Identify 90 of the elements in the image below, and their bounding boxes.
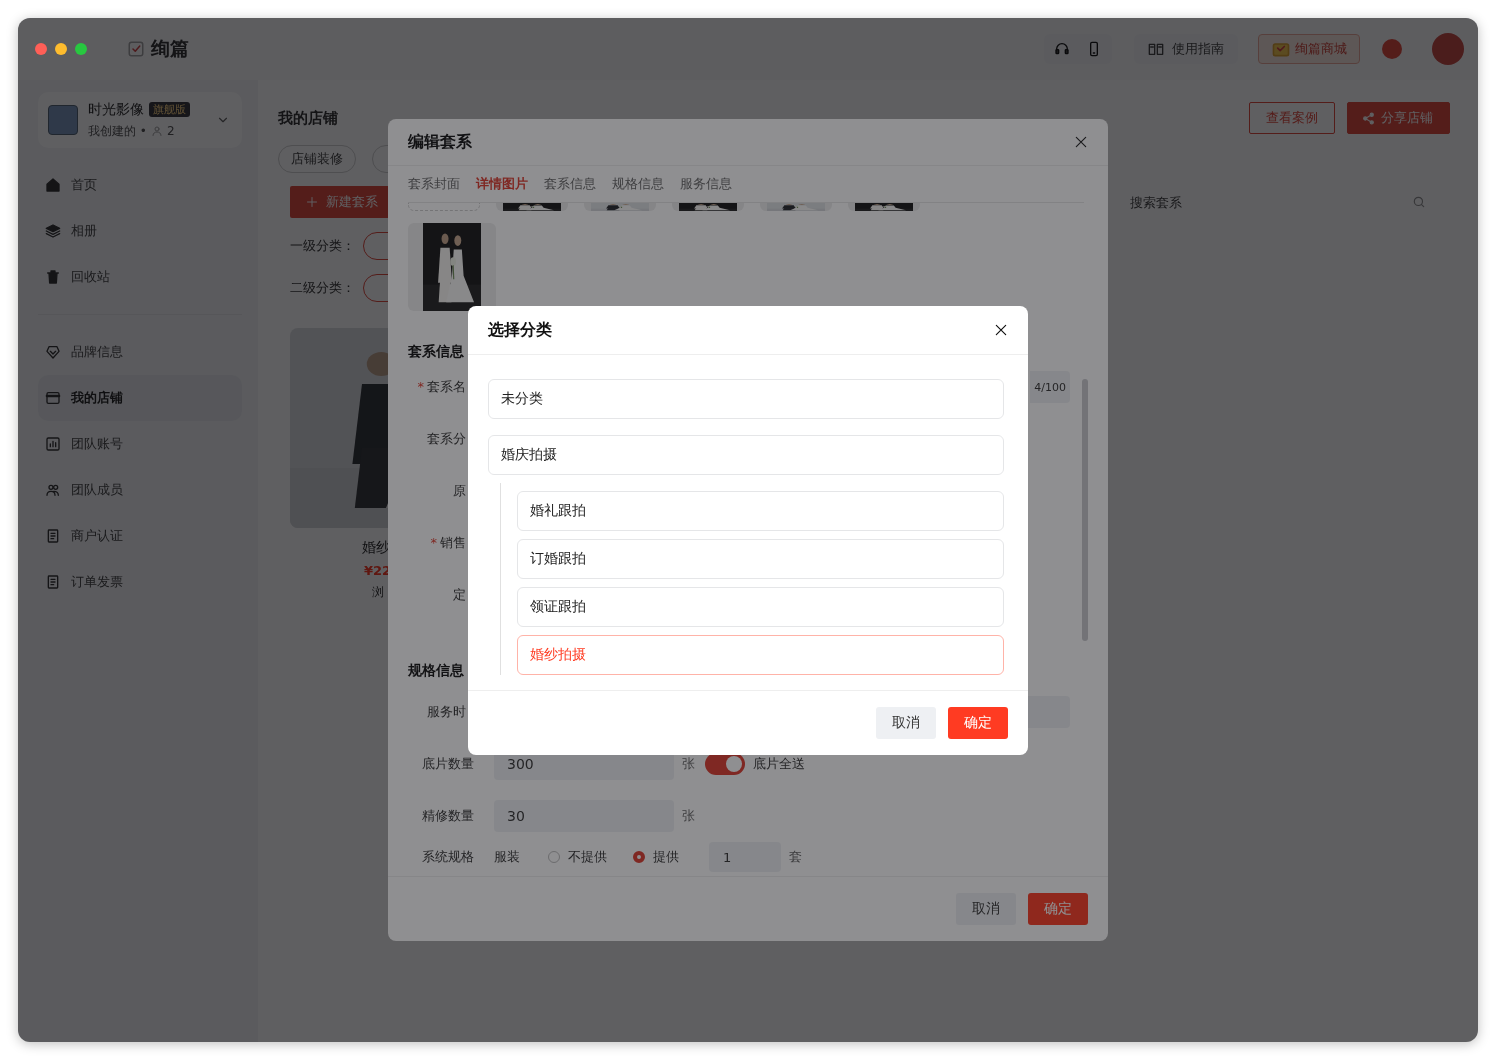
field-label: 套系分 <box>427 431 466 446</box>
avatar[interactable] <box>1432 33 1464 65</box>
toggle-label: 底片全送 <box>753 755 805 773</box>
workspace-card[interactable]: 时光影像 旗舰版 我创建的 • 2 <box>38 92 242 148</box>
input-field[interactable] <box>1028 696 1070 728</box>
trash-icon <box>45 269 61 285</box>
unit-label: 张 <box>682 755 695 773</box>
diamond-icon <box>45 344 61 360</box>
window-control[interactable] <box>35 43 47 55</box>
field-label: 系统规格 <box>421 848 475 866</box>
mall-button[interactable]: 绚篇商城 <box>1258 34 1360 64</box>
package-views: 浏 <box>372 584 384 601</box>
person-icon <box>150 125 163 137</box>
field-label: 套系名 <box>427 379 466 394</box>
nav-item[interactable]: 首页 <box>38 162 242 208</box>
plus-icon <box>306 196 318 208</box>
member-count: 2 <box>166 124 175 138</box>
page-title: 我的店铺 <box>278 108 338 128</box>
cancel-button[interactable]: 取消 <box>876 707 936 739</box>
headset-icon[interactable] <box>1054 41 1070 57</box>
required-mark: * <box>430 535 437 550</box>
tab[interactable]: 服务信息 <box>680 175 732 193</box>
checkbox-logo-icon <box>127 40 145 58</box>
input-field[interactable]: 30 <box>494 800 674 832</box>
confirm-button[interactable]: 确定 <box>948 707 1008 739</box>
category-option[interactable]: 订婚跟拍 <box>517 539 1004 579</box>
toggle-switch[interactable] <box>705 753 745 775</box>
home-icon <box>45 177 61 193</box>
window-control[interactable] <box>75 43 87 55</box>
chart-icon <box>45 436 61 452</box>
radio-label: 不提供 <box>568 848 607 866</box>
input-field[interactable]: 1 <box>709 842 781 872</box>
nav-item[interactable]: 团队账号 <box>38 421 242 467</box>
store-icon <box>45 390 61 406</box>
category-option[interactable]: 婚纱拍摄 <box>517 635 1004 675</box>
nav-item[interactable]: 相册 <box>38 208 242 254</box>
unit-label: 张 <box>682 807 695 825</box>
section-title: 套系信息 <box>408 342 465 361</box>
field-label: 销售 <box>440 535 466 550</box>
field-label: 定 <box>453 587 466 602</box>
confirm-button[interactable]: 确定 <box>1028 893 1088 925</box>
share-button[interactable]: 分享店铺 <box>1347 102 1450 134</box>
character-counter: 4/100 <box>1030 371 1070 403</box>
category-option[interactable]: 未分类 <box>488 379 1004 419</box>
nav-item[interactable]: 回收站 <box>38 254 242 300</box>
category-option[interactable]: 婚礼跟拍 <box>517 491 1004 531</box>
window-control[interactable] <box>55 43 67 55</box>
layers-icon <box>45 223 61 239</box>
nav-item[interactable]: 品牌信息 <box>38 329 242 375</box>
close-icon[interactable] <box>994 323 1008 337</box>
field-label: 原 <box>453 483 466 498</box>
section-title: 规格信息 <box>408 661 465 680</box>
cases-button[interactable]: 查看案例 <box>1249 102 1335 134</box>
workspace-thumbnail <box>48 105 78 135</box>
required-mark: * <box>417 379 424 394</box>
workspace-subtitle: 我创建的 • <box>88 122 147 140</box>
nav-item[interactable]: 订单发票 <box>38 559 242 605</box>
scrollbar[interactable] <box>1082 379 1088 641</box>
app-name: 绚篇 <box>151 36 189 61</box>
tab[interactable]: 详情图片 <box>476 175 528 193</box>
field-label: 服务时 <box>427 704 466 719</box>
nav-item[interactable]: 团队成员 <box>38 467 242 513</box>
book-icon <box>1148 41 1164 57</box>
doc-icon <box>45 528 61 544</box>
plan-badge: 旗舰版 <box>149 102 190 117</box>
radio-label: 提供 <box>653 848 679 866</box>
radio-button[interactable] <box>633 851 645 863</box>
users-icon <box>45 482 61 498</box>
filter-label: 二级分类： <box>290 279 355 297</box>
tab[interactable]: 套系封面 <box>408 175 460 193</box>
workspace-name: 时光影像 <box>88 100 144 119</box>
doc-icon <box>45 574 61 590</box>
radio-button[interactable] <box>548 851 560 863</box>
field-label: 精修数量 <box>421 807 475 825</box>
nav-item[interactable]: 商户认证 <box>38 513 242 559</box>
category-option[interactable]: 婚庆拍摄 <box>488 435 1004 475</box>
share-icon <box>1362 111 1375 125</box>
category-option[interactable]: 领证跟拍 <box>517 587 1004 627</box>
tab[interactable]: 套系信息 <box>544 175 596 193</box>
item-label: 服装 <box>494 848 521 866</box>
unit-label: 套 <box>789 848 802 866</box>
tab-chip[interactable]: 店铺装修 <box>278 145 356 173</box>
dialog-title: 选择分类 <box>488 319 553 341</box>
tab[interactable]: 规格信息 <box>612 175 664 193</box>
notification-icon[interactable] <box>1382 39 1402 59</box>
field-label: 底片数量 <box>421 755 475 773</box>
dialog-title: 编辑套系 <box>408 131 473 153</box>
nav-item[interactable]: 我的店铺 <box>38 375 242 421</box>
search-icon[interactable] <box>1412 195 1426 209</box>
cancel-button[interactable]: 取消 <box>956 893 1016 925</box>
